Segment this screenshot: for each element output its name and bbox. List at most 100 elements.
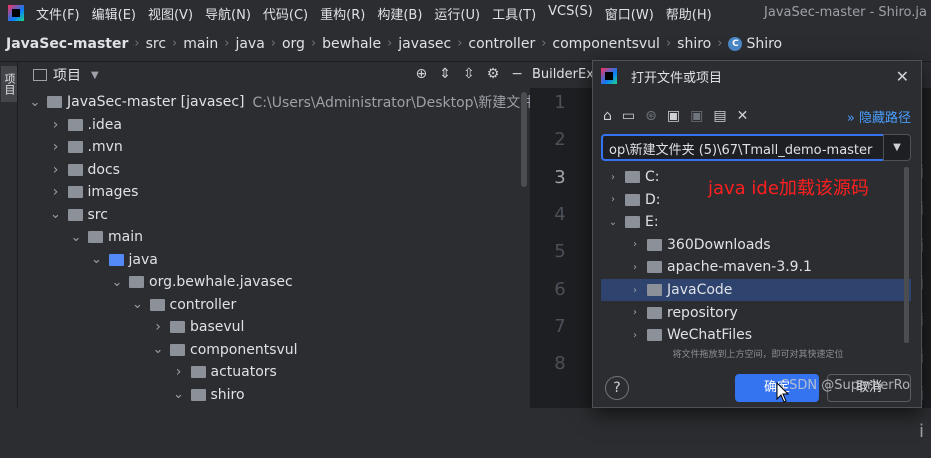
chevron-right-icon[interactable]: › [50, 162, 62, 178]
folder-icon [108, 253, 124, 266]
tree-item[interactable]: ⌄ src [50, 204, 108, 226]
breadcrumb-separator-icon: › [172, 36, 178, 51]
breadcrumb-item[interactable]: Shiro [746, 36, 782, 52]
dialog-tree-label: 360Downloads [667, 236, 771, 253]
breadcrumb-item[interactable]: shiro [677, 36, 711, 52]
chevron-down-icon[interactable]: ▼ [883, 134, 911, 161]
chevron-right-icon[interactable]: › [629, 307, 641, 318]
dialog-tree-item[interactable]: › repository [601, 302, 911, 324]
menu-item[interactable]: 工具(T) [492, 4, 536, 23]
project-scrollbar[interactable] [521, 92, 527, 187]
tree-item[interactable]: ⌄ JavaSec-master [javasec] C:\Users\Admini… [29, 91, 568, 113]
tree-item[interactable]: › docs [50, 159, 120, 181]
dialog-tree-item[interactable]: › JavaCode [601, 279, 911, 301]
chevron-right-icon[interactable]: › [607, 172, 619, 183]
chevron-down-icon[interactable]: ⌄ [607, 217, 619, 228]
menu-item[interactable]: 导航(N) [205, 4, 251, 23]
dialog-tree-item[interactable]: › apache-maven-3.9.1 [601, 256, 911, 278]
tree-item[interactable]: ⌄ main [70, 226, 143, 248]
project-icon[interactable]: ⊛ [645, 108, 657, 124]
tree-item[interactable]: › .mvn [50, 136, 123, 158]
collapse-all-icon[interactable]: ⇳ [463, 66, 475, 82]
chevron-down-icon[interactable]: ⌄ [70, 230, 82, 245]
breadcrumb-item[interactable]: javasec [398, 36, 451, 52]
expand-all-icon[interactable]: ⇕ [439, 66, 451, 82]
tree-item[interactable]: › basevul [152, 316, 244, 338]
hide-path-link[interactable]: » 隐藏路径 [847, 107, 911, 126]
chevron-down-icon[interactable]: ⌄ [91, 252, 103, 267]
tree-item[interactable]: ⌄ java [91, 249, 158, 271]
chevron-right-icon[interactable]: › [173, 364, 185, 380]
tree-item[interactable]: ⌄ shiro [173, 384, 245, 406]
tree-item[interactable]: ⌄ org.bewhale.javasec [111, 271, 293, 293]
chevron-down-icon[interactable]: ⌄ [111, 275, 123, 290]
close-icon[interactable]: ✕ [896, 67, 909, 86]
dialog-tree-label: repository [667, 304, 738, 321]
chevron-right-icon[interactable]: › [50, 117, 62, 133]
chevron-right-icon[interactable]: › [629, 285, 641, 296]
chevron-down-icon[interactable]: ⌄ [50, 207, 62, 222]
breadcrumb-item[interactable]: JavaSec-master [6, 36, 128, 52]
module-icon[interactable]: ▣ [667, 108, 680, 124]
breadcrumb-item[interactable]: java [235, 36, 264, 52]
tree-item[interactable]: › .idea [50, 114, 122, 136]
folder-icon [190, 388, 206, 401]
locate-icon[interactable]: ⊕ [416, 66, 428, 82]
chevron-right-icon[interactable]: › [152, 319, 164, 335]
menu-item[interactable]: 编辑(E) [92, 4, 136, 23]
chevron-down-icon[interactable]: ▼ [91, 70, 99, 81]
tree-item[interactable]: › actuators [173, 361, 277, 383]
dialog-tree-item[interactable]: › 360Downloads [601, 234, 911, 256]
menu-item[interactable]: 运行(U) [434, 4, 480, 23]
chevron-right-icon[interactable]: › [50, 184, 62, 200]
delete-icon[interactable]: ✕ [737, 108, 749, 124]
dialog-scrollbar[interactable] [904, 167, 909, 343]
breadcrumb-item[interactable]: bewhale [322, 36, 381, 52]
class-icon: C [728, 36, 743, 51]
menu-item[interactable]: 文件(F) [36, 4, 80, 23]
tree-item[interactable]: ⌄ componentsvul [152, 339, 298, 361]
project-panel-title[interactable]: 项目 [53, 65, 81, 85]
app-logo-icon [8, 5, 24, 21]
project-tool-tab[interactable]: 项目 [1, 66, 17, 102]
chevron-down-icon[interactable]: ⌄ [173, 387, 185, 402]
tree-item[interactable]: › images [50, 181, 139, 203]
folder-icon [67, 118, 83, 131]
breadcrumb-item[interactable]: componentsvul [552, 36, 660, 52]
folder-icon [625, 193, 640, 206]
help-button[interactable]: ? [605, 376, 629, 400]
home-icon[interactable]: ⌂ [603, 108, 612, 124]
menu-item[interactable]: 窗口(W) [605, 4, 654, 23]
menu-item[interactable]: 帮助(H) [666, 4, 712, 23]
chevron-right-icon[interactable]: › [629, 330, 641, 341]
chevron-down-icon[interactable]: ⌄ [152, 342, 164, 357]
menu-item[interactable]: VCS(S) [548, 4, 593, 23]
library-icon[interactable]: ▣ [690, 108, 703, 124]
chevron-right-icon[interactable]: › [607, 194, 619, 205]
desktop-icon[interactable]: ▭ [622, 108, 635, 124]
menu-item[interactable]: 构建(B) [377, 4, 422, 23]
folder-icon [170, 343, 185, 356]
breadcrumb-item[interactable]: controller [468, 36, 535, 52]
dialog-tree-item[interactable]: ⌄ E: [601, 211, 911, 233]
breadcrumb-item[interactable]: main [183, 36, 218, 52]
folder-icon [170, 321, 185, 333]
chevron-right-icon[interactable]: › [50, 139, 62, 155]
chevron-down-icon[interactable]: ⌄ [132, 297, 144, 312]
breadcrumb-item[interactable]: src [146, 36, 166, 52]
dialog-tree-item[interactable]: › WeChatFiles [601, 324, 911, 345]
menu-item[interactable]: 视图(V) [148, 4, 193, 23]
chevron-right-icon[interactable]: › [629, 262, 641, 273]
tree-item[interactable]: ⌄ controller [132, 294, 236, 316]
breadcrumb-item[interactable]: org [282, 36, 305, 52]
path-input[interactable]: op\新建文件夹 (5)\67\Tmall_demo-master [601, 134, 887, 161]
project-tree: ⌄ JavaSec-master [javasec] C:\Users\Admini… [19, 88, 568, 408]
gear-icon[interactable]: ⚙ [487, 66, 500, 82]
hide-icon[interactable]: − [511, 66, 523, 82]
menu-item[interactable]: 代码(C) [263, 4, 308, 23]
new-folder-icon[interactable]: ▤ [713, 108, 726, 124]
folder-icon [625, 171, 640, 183]
menu-item[interactable]: 重构(R) [320, 4, 365, 23]
chevron-down-icon[interactable]: ⌄ [29, 95, 41, 110]
chevron-right-icon[interactable]: › [629, 239, 641, 250]
